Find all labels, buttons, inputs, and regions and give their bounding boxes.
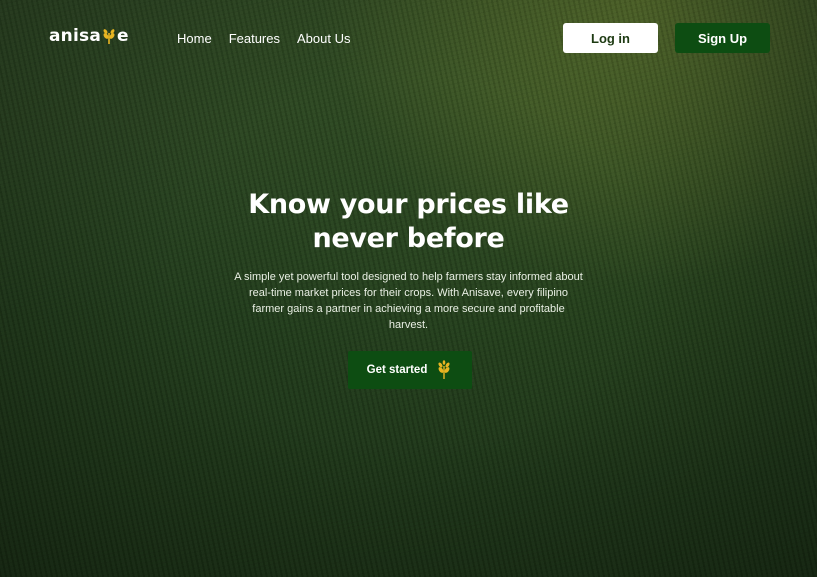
login-button[interactable]: Log in: [563, 23, 658, 53]
brand-logo[interactable]: anisa e: [49, 26, 129, 46]
landing-page: anisa e Home Features About Us Log in Si…: [0, 0, 817, 577]
hero-title-line-1: Know your prices like: [248, 189, 569, 220]
wheat-icon: [435, 360, 453, 380]
nav-link-home[interactable]: Home: [177, 31, 212, 46]
get-started-button[interactable]: Get started: [348, 351, 472, 389]
signup-button[interactable]: Sign Up: [675, 23, 770, 53]
logo-text-start: anisa: [49, 26, 101, 46]
get-started-label: Get started: [366, 364, 428, 376]
wheat-icon: [101, 28, 117, 44]
nav-link-features[interactable]: Features: [229, 31, 280, 46]
hero-title: Know your prices like never before: [208, 188, 609, 256]
nav-links: Home Features About Us: [177, 31, 350, 46]
hero-subtitle: A simple yet powerful tool designed to h…: [234, 271, 583, 331]
hero-title-line-2: never before: [312, 223, 505, 254]
nav-link-about-us[interactable]: About Us: [297, 31, 350, 46]
hero-section: Know your prices like never before A sim…: [208, 188, 609, 333]
logo-text-end: e: [117, 26, 129, 46]
top-navigation: anisa e Home Features About Us Log in Si…: [0, 0, 817, 76]
